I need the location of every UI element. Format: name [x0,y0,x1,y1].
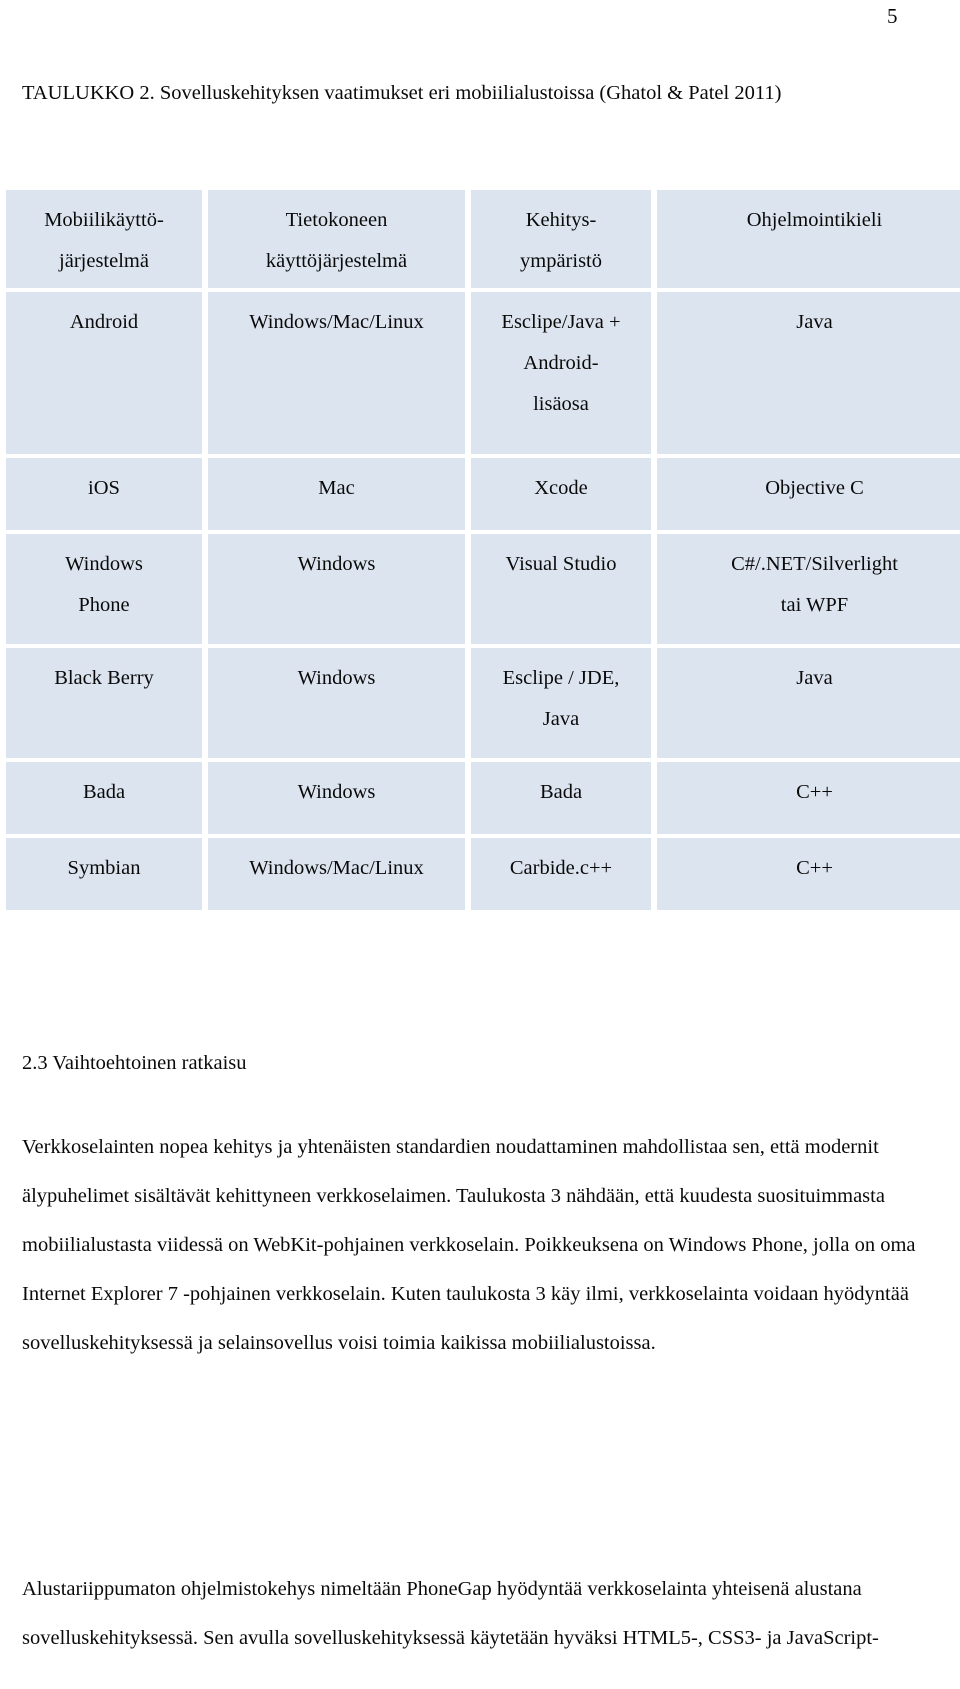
cell-language: C#/.NET/Silverlight tai WPF [657,534,960,644]
cell-language: C++ [657,838,960,910]
cell-os: Symbian [6,838,202,910]
cell-os: Bada [6,762,202,834]
mobile-platform-requirements-table: Mobiilikäyttö- järjestelmä Tietokoneen k… [0,186,960,914]
cell-os: Windows Phone [6,534,202,644]
table-row: Symbian Windows/Mac/Linux Carbide.c++ C+… [6,838,960,910]
cell-environment: Xcode [471,458,651,530]
column-header-language: Ohjelmointikieli [657,190,960,288]
table-header-row: Mobiilikäyttö- järjestelmä Tietokoneen k… [6,190,960,288]
cell-language: Java [657,292,960,454]
cell-environment: Carbide.c++ [471,838,651,910]
cell-os: Black Berry [6,648,202,758]
body-paragraph-1: Verkkoselainten nopea kehitys ja yhtenäi… [22,1136,916,1354]
body-paragraph-2: Alustariippumaton ohjelmistokehys nimelt… [22,1578,879,1649]
column-header-mobile-os: Mobiilikäyttö- järjestelmä [6,190,202,288]
cell-os: Android [6,292,202,454]
table-caption: TAULUKKO 2. Sovelluskehityksen vaatimuks… [22,82,782,104]
cell-language: Java [657,648,960,758]
table-row: iOS Mac Xcode Objective C [6,458,960,530]
cell-environment: Esclipe/Java + Android- lisäosa [471,292,651,454]
section-heading: 2.3 Vaihtoehtoinen ratkaisu [22,1052,247,1074]
table-row: Black Berry Windows Esclipe / JDE, Java … [6,648,960,758]
cell-computer-os: Windows [208,534,465,644]
cell-computer-os: Windows [208,762,465,834]
cell-environment: Bada [471,762,651,834]
cell-computer-os: Windows/Mac/Linux [208,838,465,910]
cell-computer-os: Mac [208,458,465,530]
page-number: 5 [887,4,898,28]
cell-os: iOS [6,458,202,530]
table-row: Android Windows/Mac/Linux Esclipe/Java +… [6,292,960,454]
cell-computer-os: Windows/Mac/Linux [208,292,465,454]
cell-computer-os: Windows [208,648,465,758]
cell-environment: Esclipe / JDE, Java [471,648,651,758]
cell-environment: Visual Studio [471,534,651,644]
column-header-computer-os: Tietokoneen käyttöjärjestelmä [208,190,465,288]
table-row: Bada Windows Bada C++ [6,762,960,834]
column-header-environment: Kehitys- ympäristö [471,190,651,288]
table-row: Windows Phone Windows Visual Studio C#/.… [6,534,960,644]
cell-language: C++ [657,762,960,834]
cell-language: Objective C [657,458,960,530]
